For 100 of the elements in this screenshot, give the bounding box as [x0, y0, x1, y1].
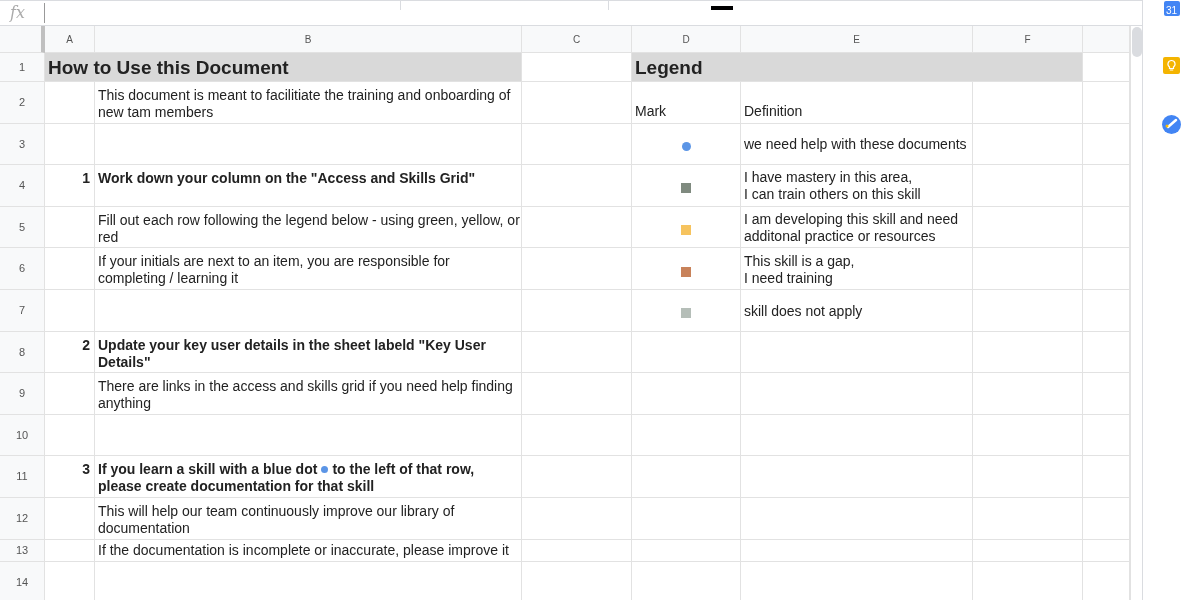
instruction-text: please create documentation for that skill [98, 478, 376, 496]
table-cell[interactable] [973, 331, 1083, 374]
table-cell[interactable]: This skill is a gap, I need training [741, 248, 973, 290]
row-header[interactable]: 5 [0, 206, 45, 249]
table-cell[interactable]: I am developing this skill and need additonal practice or resources [741, 206, 973, 249]
table-cell[interactable] [632, 456, 741, 498]
table-cell[interactable] [632, 331, 741, 374]
table-cell[interactable] [632, 539, 741, 562]
table-cell[interactable] [632, 123, 741, 166]
table-cell[interactable] [973, 373, 1083, 415]
table-cell[interactable] [45, 248, 95, 290]
table-cell[interactable] [522, 289, 632, 332]
table-cell[interactable] [45, 497, 95, 540]
row-header[interactable]: 12 [0, 497, 45, 540]
table-cell[interactable] [522, 165, 632, 207]
table-cell[interactable]: we need help with these documents [741, 123, 973, 166]
table-cell[interactable] [741, 456, 973, 498]
table-cell[interactable]: I have mastery in this area, I can train others on this skill [741, 165, 973, 207]
calendar-icon[interactable]: 31 [1163, 1, 1180, 16]
table-cell[interactable] [973, 414, 1083, 457]
table-cell[interactable]: 1 [45, 165, 95, 207]
column-header[interactable]: C [522, 26, 632, 53]
row-header[interactable]: 10 [0, 414, 45, 457]
text-color-bar[interactable] [711, 6, 733, 10]
table-cell[interactable] [45, 123, 95, 166]
table-cell[interactable] [522, 373, 632, 415]
table-cell[interactable]: If the documentation is incomplete or inaccurate, please improve it [95, 539, 522, 562]
table-cell[interactable] [741, 539, 973, 562]
step-number: 1 [82, 170, 90, 188]
scrollbar-track[interactable] [1130, 26, 1142, 600]
instruction-text: This document is meant to facilitiate the training and onboarding of new tam members [98, 87, 512, 121]
row-header[interactable]: 7 [0, 289, 45, 332]
table-cell[interactable] [973, 539, 1083, 562]
table-cell[interactable] [632, 497, 741, 540]
table-cell[interactable] [632, 414, 741, 457]
table-cell[interactable] [632, 289, 741, 332]
row-header[interactable]: 3 [0, 123, 45, 166]
checkmark-icon[interactable] [1162, 115, 1181, 134]
table-cell[interactable] [741, 414, 973, 457]
table-cell[interactable]: Work down your column on the "Access and Skills Grid" [95, 165, 522, 207]
table-cell[interactable] [522, 539, 632, 562]
table-cell[interactable] [45, 289, 95, 332]
row-header[interactable]: 14 [0, 561, 45, 600]
table-cell[interactable] [45, 206, 95, 249]
row-header[interactable]: 4 [0, 165, 45, 207]
table-cell[interactable] [741, 331, 973, 374]
table-cell[interactable] [522, 456, 632, 498]
step-number: 3 [82, 461, 90, 479]
table-cell[interactable] [741, 373, 973, 415]
table-cell[interactable] [522, 331, 632, 374]
table-cell[interactable] [522, 82, 632, 124]
table-cell[interactable] [45, 373, 95, 415]
table-cell[interactable] [973, 456, 1083, 498]
table-cell[interactable]: Update your key user details in the sheet labeld "Key User Details" [95, 331, 522, 374]
table-cell[interactable]: This will help our team continuously improve our library of documentation [95, 497, 522, 540]
table-cell[interactable]: skill does not apply [741, 289, 973, 332]
row-header[interactable]: 6 [0, 248, 45, 290]
table-cell[interactable]: 3 [45, 456, 95, 498]
table-cell[interactable] [45, 539, 95, 562]
table-cell[interactable] [522, 123, 632, 166]
table-cell[interactable] [632, 165, 741, 207]
table-cell[interactable] [632, 206, 741, 249]
table-cell[interactable] [973, 206, 1083, 249]
table-cell[interactable]: Mark [632, 82, 741, 124]
table-cell[interactable] [632, 373, 741, 415]
table-cell[interactable]: Definition [741, 82, 973, 124]
table-cell[interactable] [973, 82, 1083, 124]
row-header[interactable]: 8 [0, 331, 45, 374]
table-cell[interactable] [632, 248, 741, 290]
table-cell[interactable] [95, 289, 522, 332]
definition-text: I have mastery in this area, I can train others on this skill [744, 169, 921, 204]
scrollbar-thumb[interactable] [1131, 27, 1142, 57]
table-cell[interactable] [95, 123, 522, 166]
row-header[interactable]: 13 [0, 539, 45, 562]
table-cell[interactable]: If your initials are next to an item, you are responsible for completing / learning it [95, 248, 522, 290]
table-cell[interactable] [95, 414, 522, 457]
row-header[interactable]: 9 [0, 373, 45, 415]
instruction-text: Work down your column on the "Access and Skills Grid" [98, 170, 476, 188]
row-header[interactable]: 2 [0, 82, 45, 124]
table-cell[interactable] [522, 497, 632, 540]
table-cell[interactable]: 2 [45, 331, 95, 374]
table-cell[interactable] [973, 123, 1083, 166]
table-cell[interactable] [522, 414, 632, 457]
table-cell[interactable] [973, 497, 1083, 540]
table-cell[interactable]: There are links in the access and skills grid if you need help finding anything [95, 373, 522, 415]
row-header[interactable]: 11 [0, 456, 45, 498]
table-cell[interactable] [45, 414, 95, 457]
table-cell[interactable] [45, 82, 95, 124]
row-header[interactable]: 1 [0, 53, 45, 82]
table-cell[interactable]: This document is meant to facilitiate the training and onboarding of new tam members [95, 82, 522, 124]
table-cell[interactable] [973, 248, 1083, 290]
definition-text: we need help with these documents [744, 136, 967, 154]
table-cell[interactable] [522, 206, 632, 249]
table-cell[interactable] [973, 289, 1083, 332]
instruction-text: If your initials are next to an item, you are responsible for completing / learning it [98, 253, 451, 288]
lightbulb-icon[interactable] [1163, 57, 1180, 74]
table-cell[interactable] [741, 497, 973, 540]
table-cell[interactable] [973, 165, 1083, 207]
table-cell[interactable]: If you learn a skill with a blue dot to the left of that row, please create documentation for that skill [95, 456, 522, 498]
table-cell[interactable] [522, 248, 632, 290]
